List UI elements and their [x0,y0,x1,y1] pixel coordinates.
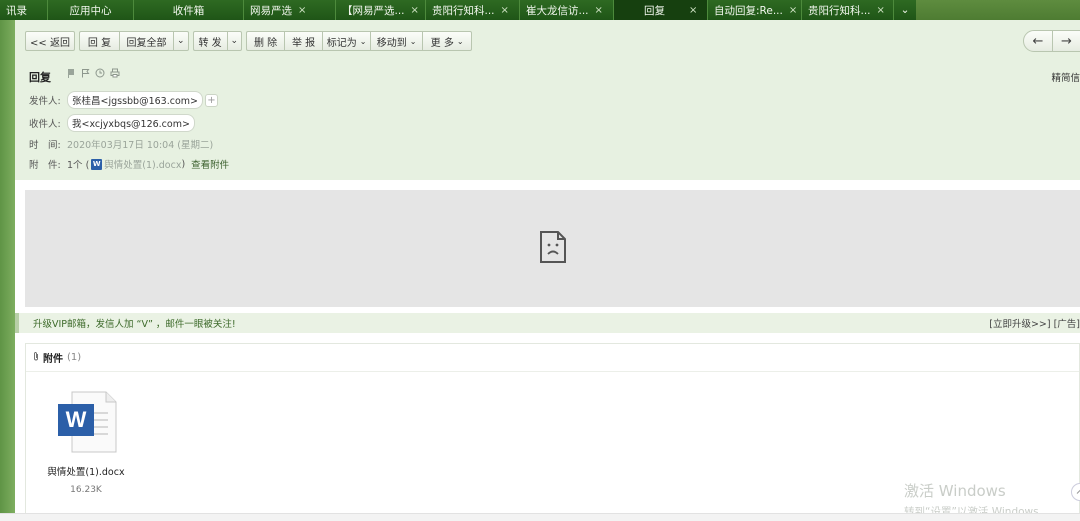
attachment-row: 附 件: 1个 ( W 舆情处置(1).docx ) 查看附件 [29,157,229,171]
forward-button[interactable]: 转 发 [192,31,227,51]
tab-close-icon[interactable]: × [789,5,797,16]
tab-bar-filler [916,0,1080,20]
tab-label: 【网易严选... [342,4,405,17]
broken-image-icon [539,230,567,267]
tab-label: 收件箱 [172,4,205,17]
recipient-label: 收件人: [29,119,61,130]
flag-solid-icon[interactable] [67,68,76,81]
print-icon[interactable] [110,68,120,81]
tab-label: 自动回复:Re... [714,4,783,17]
next-mail-button[interactable]: → [1052,31,1080,51]
sender-label: 发件人: [29,96,61,107]
chevron-down-icon: ⌄ [409,36,417,46]
back-button[interactable]: << 返回 [25,31,75,51]
tab-close-icon[interactable]: × [877,5,885,16]
reply-group: 回 复 回复全部 ⌄ [79,31,189,51]
attachment-panel-title: 附件 [43,354,63,365]
move-to-button[interactable]: 移动到 ⌄ [370,31,423,51]
tab-close-icon[interactable]: × [595,5,603,16]
tab-bar: 讯录 应用中心 收件箱 网易严选 × 【网易严选... × 贵阳行知科... × 崔大… [0,0,1080,20]
tab-label: 贵阳行知科... [808,4,871,17]
mail-nav: ← → [1023,30,1080,52]
tab-netease-yanxuan[interactable]: 网易严选 × [244,0,336,20]
tab-cui-dalong[interactable]: 崔大龙信访... × [520,0,614,20]
tab-close-icon[interactable]: × [411,5,419,16]
attachment-file-link[interactable]: 舆情处置(1).docx [104,157,181,171]
tab-close-icon[interactable]: × [501,5,509,16]
tab-label: 讯录 [6,4,27,17]
attachment-file-item[interactable]: W 舆情处置(1).docx 16.23K [46,390,126,495]
word-file-icon: W [91,158,103,170]
subject-icons [67,68,120,81]
attachment-count: 1个 ( [67,160,90,171]
sender-row: 发件人: 张桂昌<jgssbb@163.com> + [29,91,218,109]
attachment-panel-count: (1) [67,352,82,363]
upgrade-now-link[interactable]: [立即升级>>] [广告] [989,316,1080,330]
action-group: 删 除 举 报 标记为 ⌄ 移动到 ⌄ 更 多 ⌄ [246,31,473,51]
tab-label: 回复 [644,4,665,17]
tab-guiyang-2[interactable]: 贵阳行知科... × [802,0,894,20]
report-button[interactable]: 举 报 [284,31,323,51]
word-document-icon[interactable]: W [56,390,117,454]
tab-label: 网易严选 [250,4,292,17]
ad-banner: 升级VIP邮箱，发信人加 “V” ，邮件一眼被关注! [立即升级>>] [广告] [15,313,1080,333]
tab-guiyang-1[interactable]: 贵阳行知科... × [426,0,520,20]
delete-button[interactable]: 删 除 [246,31,285,51]
add-contact-button[interactable]: + [205,93,218,107]
tab-label: 贵阳行知科... [432,4,495,17]
time-row: 时 间: 2020年03月17日 10:04 (星期二) [29,137,213,151]
forward-dropdown-button[interactable]: ⌄ [226,31,243,51]
mark-as-button[interactable]: 标记为 ⌄ [322,31,371,51]
time-label: 时 间: [29,140,61,151]
chevron-down-icon: ⌄ [900,4,910,16]
mark-as-label: 标记为 [326,37,357,49]
mail-time: 2020年03月17日 10:04 (星期二) [67,140,214,151]
tab-overflow-button[interactable]: ⌄ [894,0,916,20]
tab-auto-reply[interactable]: 自动回复:Re... × [708,0,802,20]
ad-text[interactable]: 升级VIP邮箱，发信人加 “V” ，邮件一眼被关注! [33,316,236,330]
tab-label: 应用中心 [69,4,112,17]
mail-toolbar: << 返回 回 复 回复全部 ⌄ 转 发 ⌄ 删 除 举 报 标记为 ⌄ 移动到 ⌄… [25,31,473,51]
attachment-label: 附 件: [29,160,61,171]
tab-app-center[interactable]: 应用中心 [48,0,134,20]
forward-group: 转 发 ⌄ [192,31,243,51]
reply-dropdown-button[interactable]: ⌄ [173,31,189,51]
bottom-status-strip [0,513,1080,521]
broken-image-placeholder [25,190,1080,307]
recipient-row: 收件人: 我<xcjyxbqs@126.com> [29,114,195,132]
attachment-file-size: 16.23K [70,485,102,495]
tab-netease-yanxuan-2[interactable]: 【网易严选... × [336,0,426,20]
paperclip-icon [33,351,39,364]
flag-outline-icon[interactable] [81,68,90,81]
clock-icon[interactable] [95,68,105,81]
tab-label: 崔大龙信访... [526,4,589,17]
move-to-label: 移动到 [376,37,407,49]
tab-inbox[interactable]: 收件箱 [134,0,244,20]
more-button[interactable]: 更 多 ⌄ [422,31,473,51]
attachment-file-name[interactable]: 舆情处置(1).docx [46,464,126,478]
attachment-panel-header: 附件 (1) [26,344,1079,372]
left-sidebar-strip [0,20,15,521]
mail-read-panel: << 返回 回 复 回复全部 ⌄ 转 发 ⌄ 删 除 举 报 标记为 ⌄ 移动到 ⌄… [15,20,1080,521]
chevron-down-icon: ⌄ [359,36,367,46]
attachment-count-close: ) [181,158,186,170]
previous-mail-button[interactable]: ← [1024,31,1052,51]
mail-subject: 回复 [29,71,51,84]
sender-chip[interactable]: 张桂昌<jgssbb@163.com> [67,91,203,109]
word-letter: W [65,407,87,432]
recipient-chip[interactable]: 我<xcjyxbqs@126.com> [67,114,195,132]
tab-reply[interactable]: 回复 × [614,0,708,20]
view-attachment-link[interactable]: 查看附件 [191,157,229,171]
more-label: 更 多 [430,37,454,49]
chevron-up-icon [1076,489,1080,494]
reply-button[interactable]: 回 复 [79,31,119,51]
simplified-view-link[interactable]: 精简信 [1051,70,1080,84]
tab-close-icon[interactable]: × [298,5,306,16]
chevron-down-icon: ⌄ [456,36,464,46]
tab-contacts[interactable]: 讯录 [0,0,48,20]
windows-activation-watermark: 激活 Windows [904,482,1006,500]
reply-all-button[interactable]: 回复全部 [119,31,173,51]
tab-close-icon[interactable]: × [689,5,697,16]
